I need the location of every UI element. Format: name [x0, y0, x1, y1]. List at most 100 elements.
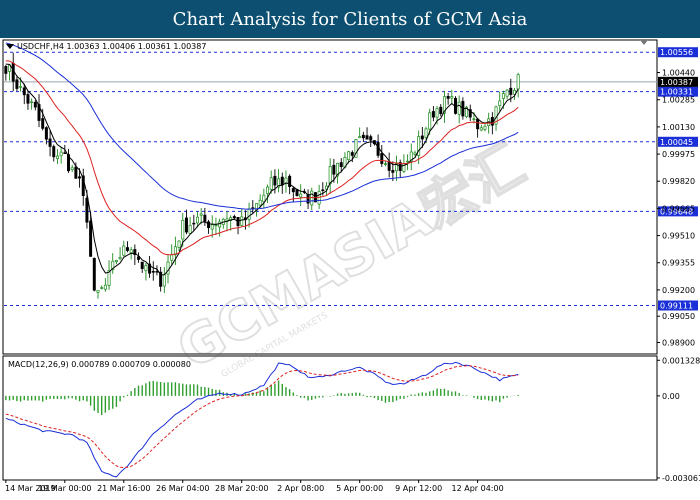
chart-title-banner: Chart Analysis for Clients of GCM Asia	[0, 0, 700, 38]
chart-title: Chart Analysis for Clients of GCM Asia	[172, 8, 528, 30]
time-tick-label: 26 Mar 04:00	[156, 484, 209, 493]
candle-body	[166, 261, 170, 275]
candle-body	[406, 160, 410, 163]
candle-body	[376, 142, 380, 156]
macd-tick-label: -0.003061	[662, 474, 700, 483]
time-tick-label: 28 Mar 20:00	[215, 484, 268, 493]
candle-body	[92, 257, 96, 291]
candle-body	[476, 118, 480, 130]
candle-body	[347, 151, 351, 160]
macd-axis: 0.001328 0.00 -0.003061	[657, 356, 700, 483]
candle-body	[266, 186, 270, 194]
candle-body	[114, 260, 118, 263]
chart-area: GCMASIA宏汇 GLOBAL CAPITAL MARKETS 1.00556…	[2, 39, 700, 493]
price-tick-label: 1.00440	[662, 69, 695, 78]
candle-body	[299, 193, 303, 198]
price-tick-label: 1.00285	[662, 96, 695, 105]
time-axis: 14 Mar 201919 Mar 00:00 21 Mar 16:00 26 Ma…	[5, 480, 504, 493]
candle-body	[498, 100, 502, 106]
price-tick-label: 0.99665	[662, 204, 695, 213]
candle-body	[162, 274, 166, 287]
macd-tick-label: 0.00	[662, 392, 680, 401]
time-tick-label: 2 Apr 08:00	[277, 484, 324, 493]
candle-body	[214, 224, 218, 227]
candle-body	[96, 290, 100, 293]
candle-body	[240, 216, 244, 226]
candle-body	[100, 287, 104, 289]
candle-body	[505, 89, 509, 97]
candle-body	[339, 162, 343, 168]
candle-body	[74, 166, 78, 179]
price-tick-label: 1.00130	[662, 123, 695, 132]
candle-body	[203, 214, 207, 222]
macd-info: MACD(12,26,9) 0.000789 0.000709 0.000080	[8, 360, 191, 369]
candle-body	[19, 86, 23, 88]
candle-body	[431, 111, 435, 118]
candle-body	[273, 175, 277, 186]
candle-body	[207, 221, 211, 229]
price-tick-label: 0.99820	[662, 177, 695, 186]
price-tick-label: 0.99050	[662, 312, 695, 321]
candle-body	[251, 207, 255, 209]
candle-body	[63, 152, 67, 154]
candle-body	[78, 176, 82, 179]
candle-body	[4, 66, 8, 74]
candle-body	[30, 101, 34, 104]
macd-panel-frame	[2, 355, 658, 481]
price-tick-label: 0.99355	[662, 259, 695, 268]
candle-body	[383, 163, 387, 165]
candle-body	[181, 219, 185, 240]
candle-body	[472, 118, 476, 120]
candle-body	[509, 87, 513, 95]
time-tick-label: 21 Mar 16:00	[97, 484, 150, 493]
candle-body	[199, 213, 203, 216]
candle-body	[483, 125, 487, 130]
candle-body	[129, 249, 133, 254]
candle-body	[155, 271, 159, 273]
time-tick-label: 12 Apr 04:00	[452, 484, 504, 493]
candle-body	[380, 153, 384, 164]
candle-body	[280, 176, 284, 186]
candle-body	[479, 127, 483, 131]
current-price-tag: 1.00387	[660, 78, 693, 87]
candle-body	[420, 135, 424, 140]
candle-body	[89, 220, 93, 257]
candle-body	[151, 271, 155, 273]
candle-body	[439, 106, 443, 115]
candle-body	[70, 167, 74, 170]
candle-body	[85, 197, 89, 223]
candle-body	[262, 194, 266, 203]
candle-body	[358, 136, 362, 139]
candle-body	[232, 216, 236, 219]
candle-body	[144, 265, 148, 272]
price-tick-label: 0.99975	[662, 150, 695, 159]
macd-tick-label: 0.001328	[662, 356, 700, 365]
candle-body	[210, 224, 214, 230]
candle-body	[55, 155, 59, 159]
candle-body	[218, 221, 222, 228]
candle-body	[291, 188, 295, 193]
candle-body	[258, 199, 262, 206]
time-tick-label: 9 Apr 12:00	[395, 484, 442, 493]
candle-body	[450, 96, 454, 99]
candle-body	[321, 189, 325, 191]
candle-body	[350, 152, 354, 156]
candle-body	[332, 164, 336, 175]
price-tick-label: 0.98900	[662, 338, 695, 347]
candle-body	[26, 94, 30, 104]
candle-body	[48, 138, 52, 147]
candle-body	[269, 177, 273, 190]
time-tick-label: 5 Apr 00:00	[336, 484, 383, 493]
candle-body	[446, 96, 450, 99]
level-tag: 1.00556	[660, 48, 693, 57]
candle-body	[192, 222, 196, 225]
candle-body	[170, 254, 174, 261]
candle-body	[196, 216, 199, 224]
candle-body	[184, 217, 188, 233]
candle-body	[369, 136, 373, 141]
candle-body	[428, 112, 432, 130]
time-tick-label: 19 Mar 00:00	[38, 484, 91, 493]
candle-body	[413, 152, 417, 155]
candle-body	[140, 261, 144, 269]
candle-body	[387, 161, 391, 171]
